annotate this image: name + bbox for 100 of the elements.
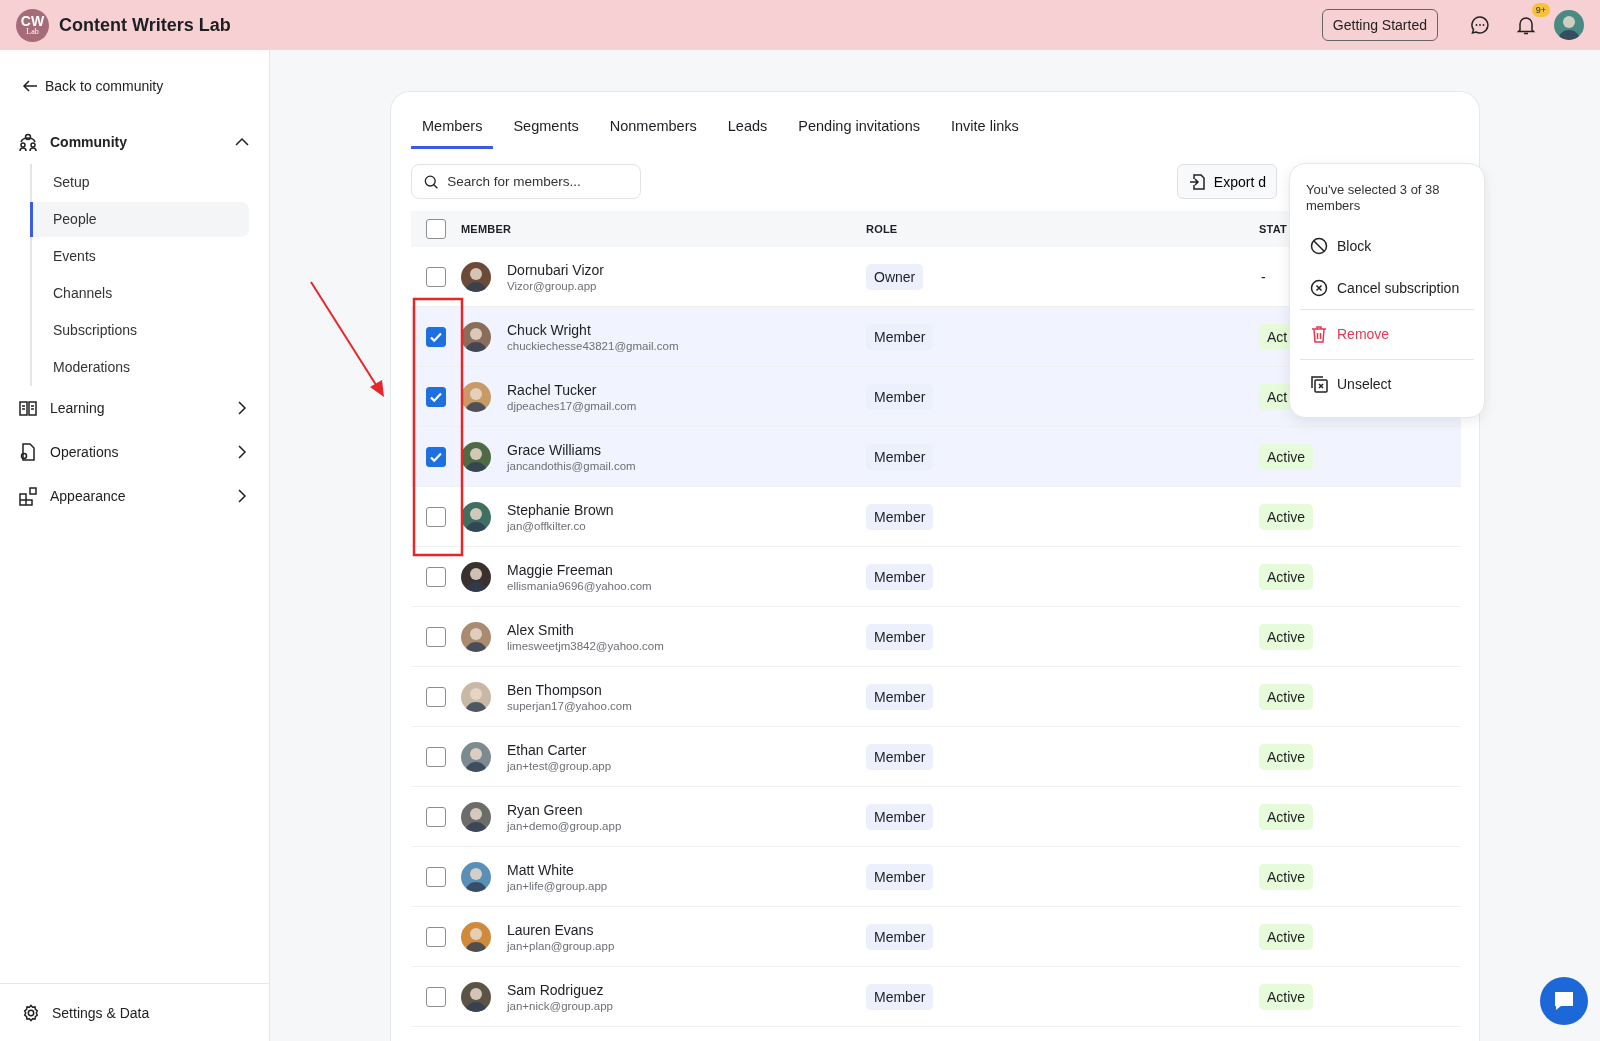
status-tag: Active <box>1259 983 1314 1010</box>
member-name: Lauren Evans <box>507 921 595 938</box>
checkbox[interactable] <box>426 326 446 347</box>
member-name: Chuck Wright <box>507 321 592 338</box>
checkbox[interactable] <box>426 926 446 947</box>
checkbox[interactable] <box>426 266 446 287</box>
chat-icon <box>1552 989 1576 1013</box>
sidebar-item[interactable]: People <box>30 202 249 237</box>
status-tag: Active <box>1259 503 1314 530</box>
status-tag: Active <box>1259 863 1314 890</box>
role-tag: Member <box>866 383 934 410</box>
member-email: jan+test@group.app <box>507 759 612 772</box>
avatar <box>461 861 491 892</box>
settings-icon <box>22 1003 40 1022</box>
role-tag: Member <box>866 983 934 1010</box>
menu-item[interactable]: Unselect <box>1300 358 1474 409</box>
status-tag: Active <box>1259 443 1314 470</box>
role-tag: Owner <box>866 263 924 290</box>
getting-started-button[interactable]: Getting Started <box>1321 9 1438 41</box>
member-email: ellismania9696@yahoo.com <box>507 579 652 592</box>
status-tag: Active <box>1259 623 1314 650</box>
search-field[interactable]: Search for members... <box>411 164 641 199</box>
member-email: superjan17@yahoo.com <box>507 699 632 712</box>
member-name: Dornubari Vizor <box>507 261 604 278</box>
sidebar-item[interactable]: Events <box>30 239 249 274</box>
back-arrow-icon <box>22 78 38 94</box>
checkbox[interactable] <box>426 746 446 767</box>
tab[interactable]: Nonmembers <box>598 108 708 149</box>
member-name: Matt White <box>507 861 575 878</box>
avatar <box>461 801 491 832</box>
sidebar-section[interactable]: Community <box>18 120 249 164</box>
avatar <box>461 441 491 472</box>
member-email: jan@offkilter.co <box>507 519 587 532</box>
role-tag: Member <box>866 743 934 770</box>
app-title: Content Writers Lab <box>59 14 231 36</box>
role-tag: Member <box>866 563 934 590</box>
notification-badge: 9+ <box>1531 3 1550 17</box>
group-icon <box>18 132 38 152</box>
checkbox[interactable] <box>426 686 446 707</box>
chat-button[interactable] <box>1540 977 1588 1025</box>
checkbox[interactable] <box>426 986 446 1007</box>
checkbox[interactable] <box>426 626 446 647</box>
member-email: Vizor@group.app <box>507 279 598 292</box>
sidebar-item[interactable]: Channels <box>30 276 249 311</box>
block-icon <box>1310 237 1328 255</box>
role-tag: Member <box>866 683 934 710</box>
book-icon <box>18 398 38 418</box>
checkbox[interactable] <box>426 866 446 887</box>
sidebar-item[interactable]: Subscriptions <box>30 313 249 348</box>
role-tag: Member <box>866 923 934 950</box>
tab[interactable]: Pending invitations <box>787 108 931 149</box>
logo: CW Lab <box>16 8 49 42</box>
avatar <box>461 381 491 412</box>
sidebar-section[interactable]: Appearance <box>18 474 249 518</box>
role-tag: Member <box>866 503 934 530</box>
tab[interactable]: Invite links <box>940 108 1030 149</box>
menu-item[interactable]: Block <box>1300 224 1474 267</box>
unselect-icon <box>1310 375 1328 393</box>
checkbox[interactable] <box>426 806 446 827</box>
status-tag: Active <box>1259 743 1314 770</box>
tab[interactable]: Leads <box>716 108 779 149</box>
member-name: Ethan Carter <box>507 741 588 758</box>
settings-link[interactable]: Settings & Data <box>0 983 269 1041</box>
sidebar-section[interactable]: Learning <box>18 386 249 430</box>
avatar <box>461 501 491 532</box>
avatar <box>461 681 491 712</box>
role-tag: Member <box>866 803 934 830</box>
member-name: Stephanie Brown <box>507 501 614 518</box>
checkbox[interactable] <box>426 446 446 467</box>
document-icon <box>18 442 38 462</box>
trash-icon <box>1310 325 1328 343</box>
cancel-icon <box>1310 279 1328 297</box>
column-header: ROLE <box>866 223 899 235</box>
export-button[interactable]: Export d <box>1176 164 1277 199</box>
sidebar-item[interactable]: Moderations <box>30 350 249 385</box>
tab[interactable]: Segments <box>502 108 590 149</box>
member-name: Sam Rodriguez <box>507 981 605 998</box>
role-tag: Member <box>866 863 934 890</box>
column-header: STAT <box>1259 223 1288 235</box>
checkbox[interactable] <box>426 386 446 407</box>
member-email: jan+nick@group.app <box>507 999 613 1012</box>
sidebar-section[interactable]: Operations <box>18 430 249 474</box>
checkbox[interactable] <box>426 506 446 527</box>
chevron-right-icon <box>235 401 249 415</box>
checkbox[interactable] <box>426 219 446 239</box>
member-email: jan+life@group.app <box>507 879 608 892</box>
status-tag: Active <box>1259 803 1314 830</box>
menu-item[interactable]: Remove <box>1300 308 1474 359</box>
back-link[interactable]: Back to community <box>22 78 249 94</box>
avatar <box>461 261 491 292</box>
avatar <box>461 561 491 592</box>
checkbox[interactable] <box>426 566 446 587</box>
sidebar-item[interactable]: Setup <box>30 165 249 200</box>
member-name: Alex Smith <box>507 621 575 638</box>
chevron-right-icon <box>235 445 249 459</box>
member-email: chuckiechesse43821@gmail.com <box>507 339 679 352</box>
menu-item[interactable]: Cancel subscription <box>1300 266 1474 309</box>
tab[interactable]: Members <box>411 108 494 149</box>
member-name: Grace Williams <box>507 441 603 458</box>
avatar <box>461 741 491 772</box>
